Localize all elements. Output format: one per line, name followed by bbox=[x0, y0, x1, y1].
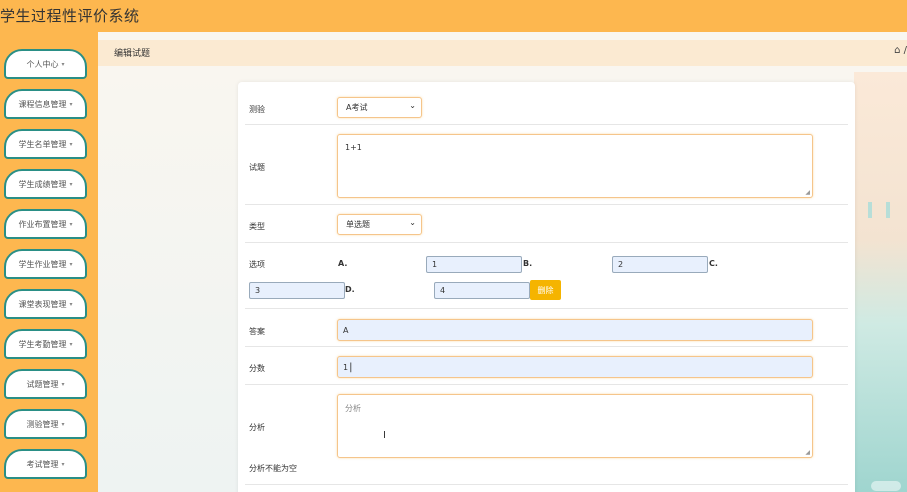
sidebar-item-label: 测验管理 bbox=[26, 419, 59, 429]
sidebar-item-quizzes[interactable]: 测验管理 ▾ bbox=[4, 409, 87, 439]
sidebar-item-questions[interactable]: 试题管理 ▾ bbox=[4, 369, 87, 399]
type-label: 类型 bbox=[249, 222, 265, 231]
chevron-down-icon: ▾ bbox=[69, 140, 73, 148]
analysis-label: 分析 bbox=[249, 423, 265, 432]
sidebar-item-homework-assign[interactable]: 作业布置管理 ▾ bbox=[4, 209, 87, 239]
option-c-value: 3 bbox=[255, 286, 261, 295]
chevron-down-icon: ⌄ bbox=[409, 218, 416, 227]
floating-widget bbox=[871, 481, 901, 491]
background-illustration-right bbox=[854, 72, 907, 492]
divider bbox=[245, 204, 848, 205]
resize-handle-icon[interactable]: ◢ bbox=[805, 189, 810, 196]
options-label: 选项 bbox=[249, 260, 265, 269]
question-label: 试题 bbox=[249, 163, 265, 172]
option-d-value: 4 bbox=[440, 286, 446, 295]
sidebar-item-label: 作业布置管理 bbox=[18, 219, 67, 229]
breadcrumb: 编辑试题 ⌂ / bbox=[98, 40, 907, 66]
chevron-down-icon: ⌄ bbox=[409, 101, 416, 110]
answer-label: 答案 bbox=[249, 327, 265, 336]
sidebar-item-label: 个人中心 bbox=[26, 59, 59, 69]
analysis-placeholder: 分析 bbox=[345, 404, 361, 413]
sidebar-item-personal-center[interactable]: 个人中心 ▾ bbox=[4, 49, 87, 79]
divider bbox=[245, 384, 848, 385]
option-b-input[interactable]: 2 bbox=[612, 256, 708, 273]
divider bbox=[245, 308, 848, 309]
sidebar-item-course-info[interactable]: 课程信息管理 ▾ bbox=[4, 89, 87, 119]
page-title: 编辑试题 bbox=[114, 49, 151, 59]
answer-value: A bbox=[343, 325, 349, 335]
analysis-error-message: 分析不能为空 bbox=[249, 464, 297, 473]
app-header: 学生过程性评价系统 bbox=[0, 0, 907, 32]
option-c-input[interactable]: 3 bbox=[249, 282, 345, 299]
analysis-textarea[interactable]: 分析 ◢ bbox=[337, 394, 813, 458]
app-title: 学生过程性评价系统 bbox=[0, 7, 140, 25]
option-letter-c: C. bbox=[709, 259, 718, 268]
main-content: 编辑试题 ⌂ / 测验 A考试 ⌄ 试题 1+1 ◢ 类型 单选题 ⌄ 选项 A… bbox=[98, 32, 907, 492]
score-label: 分数 bbox=[249, 364, 265, 373]
sidebar-item-label: 试题管理 bbox=[26, 379, 59, 389]
option-letter-b: B. bbox=[523, 259, 533, 268]
sidebar-item-label: 课堂表现管理 bbox=[18, 299, 67, 309]
chevron-down-icon: ▾ bbox=[69, 300, 73, 308]
score-input[interactable]: 1 | bbox=[337, 356, 813, 378]
divider bbox=[245, 124, 848, 125]
sidebar-item-exams[interactable]: 考试管理 ▾ bbox=[4, 449, 87, 479]
sidebar-item-label: 考试管理 bbox=[26, 459, 59, 469]
option-a-input[interactable]: 1 bbox=[426, 256, 522, 273]
exam-label: 测验 bbox=[249, 105, 265, 114]
option-b-value: 2 bbox=[618, 260, 624, 269]
option-letter-d: D. bbox=[345, 285, 355, 294]
option-letter-a: A. bbox=[338, 259, 348, 268]
chevron-down-icon: ▾ bbox=[69, 340, 73, 348]
chevron-down-icon: ▾ bbox=[61, 380, 65, 388]
chevron-down-icon: ▾ bbox=[69, 180, 73, 188]
sidebar-item-student-list[interactable]: 学生名单管理 ▾ bbox=[4, 129, 87, 159]
divider bbox=[245, 346, 848, 347]
resize-handle-icon[interactable]: ◢ bbox=[805, 449, 810, 456]
chevron-down-icon: ▾ bbox=[69, 260, 73, 268]
option-a-value: 1 bbox=[432, 260, 438, 269]
chevron-down-icon: ▾ bbox=[61, 420, 65, 428]
question-text: 1+1 bbox=[345, 143, 362, 152]
divider bbox=[245, 484, 848, 485]
sidebar-item-student-grades[interactable]: 学生成绩管理 ▾ bbox=[4, 169, 87, 199]
delete-option-button[interactable]: 删除 bbox=[530, 280, 561, 300]
sidebar-item-label: 学生作业管理 bbox=[18, 259, 67, 269]
sidebar-item-attendance[interactable]: 学生考勤管理 ▾ bbox=[4, 329, 87, 359]
score-value: 1 bbox=[343, 362, 349, 372]
sidebar: 个人中心 ▾ 课程信息管理 ▾ 学生名单管理 ▾ 学生成绩管理 ▾ 作业布置管理 ▾ 学生… bbox=[0, 32, 98, 492]
sidebar-item-class-performance[interactable]: 课堂表现管理 ▾ bbox=[4, 289, 87, 319]
answer-input[interactable]: A bbox=[337, 319, 813, 341]
home-icon[interactable]: ⌂ / bbox=[894, 45, 907, 56]
illustration-pillar bbox=[868, 202, 872, 218]
edit-question-form: 测验 A考试 ⌄ 试题 1+1 ◢ 类型 单选题 ⌄ 选项 A. 1 B. 2 … bbox=[238, 82, 855, 492]
chevron-down-icon: ▾ bbox=[61, 460, 65, 468]
chevron-down-icon: ▾ bbox=[69, 100, 73, 108]
sidebar-item-label: 学生成绩管理 bbox=[18, 179, 67, 189]
chevron-down-icon: ▾ bbox=[69, 220, 73, 228]
exam-select[interactable]: A考试 ⌄ bbox=[337, 97, 422, 118]
sidebar-item-label: 学生考勤管理 bbox=[18, 339, 67, 349]
question-textarea[interactable]: 1+1 ◢ bbox=[337, 134, 813, 198]
exam-select-value: A考试 bbox=[346, 103, 368, 112]
option-d-input[interactable]: 4 bbox=[434, 282, 530, 299]
sidebar-item-student-homework[interactable]: 学生作业管理 ▾ bbox=[4, 249, 87, 279]
sidebar-item-label: 课程信息管理 bbox=[18, 99, 67, 109]
chevron-down-icon: ▾ bbox=[61, 60, 65, 68]
illustration-pillar bbox=[886, 202, 890, 218]
type-select-value: 单选题 bbox=[346, 220, 370, 229]
background-illustration-left bbox=[98, 72, 238, 492]
sidebar-item-label: 学生名单管理 bbox=[18, 139, 67, 149]
type-select[interactable]: 单选题 ⌄ bbox=[337, 214, 422, 235]
divider bbox=[245, 242, 848, 243]
text-cursor-icon: I bbox=[383, 430, 386, 441]
